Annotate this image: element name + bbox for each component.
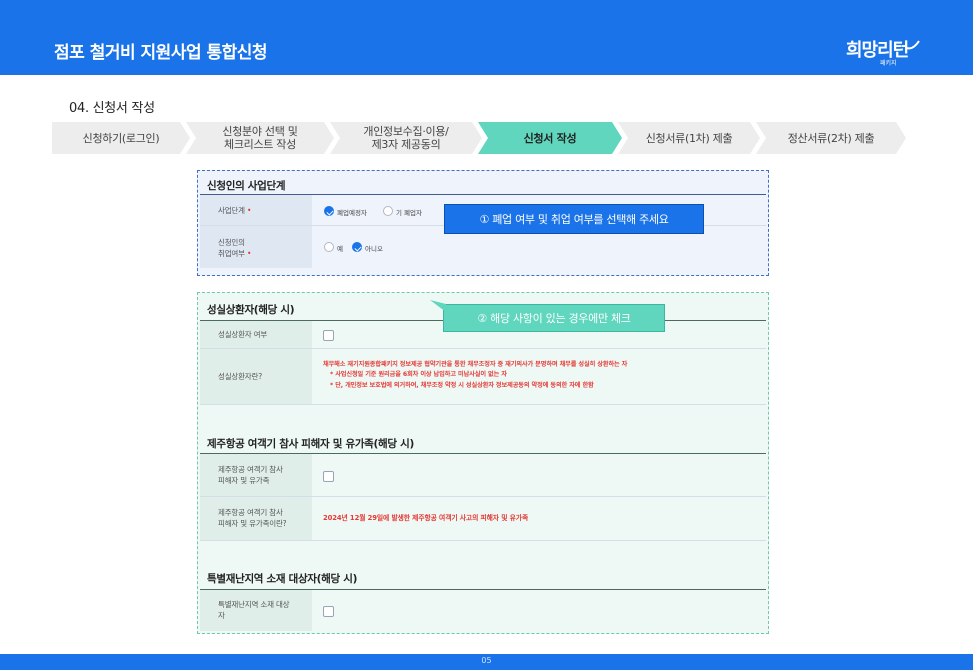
step-title: 04. 신청서 작성 (69, 101, 155, 116)
step-consent: 개인정보수집·이용/ 제3자 제공동의 (330, 122, 482, 154)
logo-subtitle: 패키지 (880, 60, 897, 67)
tooltip-select-status: ① 폐업 여부 및 취업 여부를 선택해 주세요 (444, 204, 704, 234)
step-login: 신청하기(로그인) (52, 122, 190, 154)
faithful-repayer-def-label: 성실상환자란? (218, 372, 262, 381)
step-label: 개인정보수집·이용/ 제3자 제공동의 (363, 125, 449, 151)
option-label: 아니오 (365, 245, 383, 253)
page-title: 점포 철거비 지원사업 통합신청 (54, 43, 268, 63)
option-label: 기 폐업자 (396, 209, 422, 217)
section-title: 특별재난지역 소재 대상자(해당 시) (207, 573, 358, 585)
logo: 희망리턴 (846, 40, 909, 61)
step-label: 신청서류(1차) 제출 (645, 131, 733, 145)
label-cell (200, 195, 312, 225)
label-cell (200, 226, 312, 268)
divider (200, 540, 766, 541)
faithful-repayer-checkbox[interactable] (323, 330, 334, 341)
logo-swoosh-icon (906, 40, 920, 50)
faithful-repayer-label: 성실상환자 여부 (218, 330, 268, 339)
page-number: 05 (481, 656, 492, 665)
section-title: 신청인의 사업단계 (207, 180, 286, 192)
step-label: 신청하기(로그인) (82, 131, 160, 145)
step-label: 신청분야 선택 및 체크리스트 작성 (222, 125, 298, 151)
progress-steps: 신청하기(로그인) 신청분야 선택 및 체크리스트 작성 개인정보수집·이용/ … (52, 122, 912, 154)
definition-note: * 사업신청일 기준 원리금을 6회차 이상 납입하고 미납사실이 없는 자 (330, 371, 507, 378)
step-docs-1: 신청서류(1차) 제출 (618, 122, 760, 154)
section-title: 제주항공 여객기 참사 피해자 및 유가족(해당 시) (207, 438, 414, 450)
step-docs-2: 정산서류(2차) 제출 (756, 122, 906, 154)
employment-label: 신청인의 취업여부 • (218, 238, 252, 258)
option-label: 예 (337, 245, 343, 253)
jeju-victim-def-label: 제주항공 여객기 참사 피해자 및 유가족이란? (218, 508, 287, 528)
definition-note: * 단, 개인정보 보호법에 의거하여, 채무조정 약정 시 성실상환자 정보제… (330, 382, 594, 389)
definition-text: 채무해소 재기지원종합패키지 정보제공 협약기관을 통한 채무조정자 중 재기의… (323, 361, 628, 368)
option-label: 폐업예정자 (337, 209, 367, 217)
step-checklist: 신청분야 선택 및 체크리스트 작성 (186, 122, 334, 154)
jeju-victim-label: 제주항공 여객기 참사 피해자 및 유가족 (218, 465, 283, 485)
radio-employed-yes[interactable] (324, 242, 334, 252)
step-label: 신청서 작성 (523, 131, 577, 145)
jeju-victim-checkbox[interactable] (323, 471, 334, 482)
step-application: 신청서 작성 (478, 122, 622, 154)
disaster-zone-checkbox[interactable] (323, 606, 334, 617)
step-label: 정산서류(2차) 제출 (787, 131, 875, 145)
radio-employed-no[interactable] (352, 242, 362, 252)
tooltip-tail (430, 300, 446, 312)
tooltip-check-if-applicable: ② 해당 사항이 있는 경우에만 체크 (443, 304, 665, 332)
divider (200, 404, 766, 405)
definition-text: 2024년 12월 29일에 발생한 제주항공 여객기 사고의 피해자 및 유가… (323, 514, 529, 522)
business-stage-label: 사업단계 • (218, 206, 252, 215)
disaster-zone-label: 특별재난지역 소재 대상 자 (218, 600, 290, 620)
radio-closing-planned[interactable] (324, 206, 334, 216)
radio-already-closed[interactable] (383, 206, 393, 216)
section-title: 성실상환자(해당 시) (207, 304, 295, 316)
